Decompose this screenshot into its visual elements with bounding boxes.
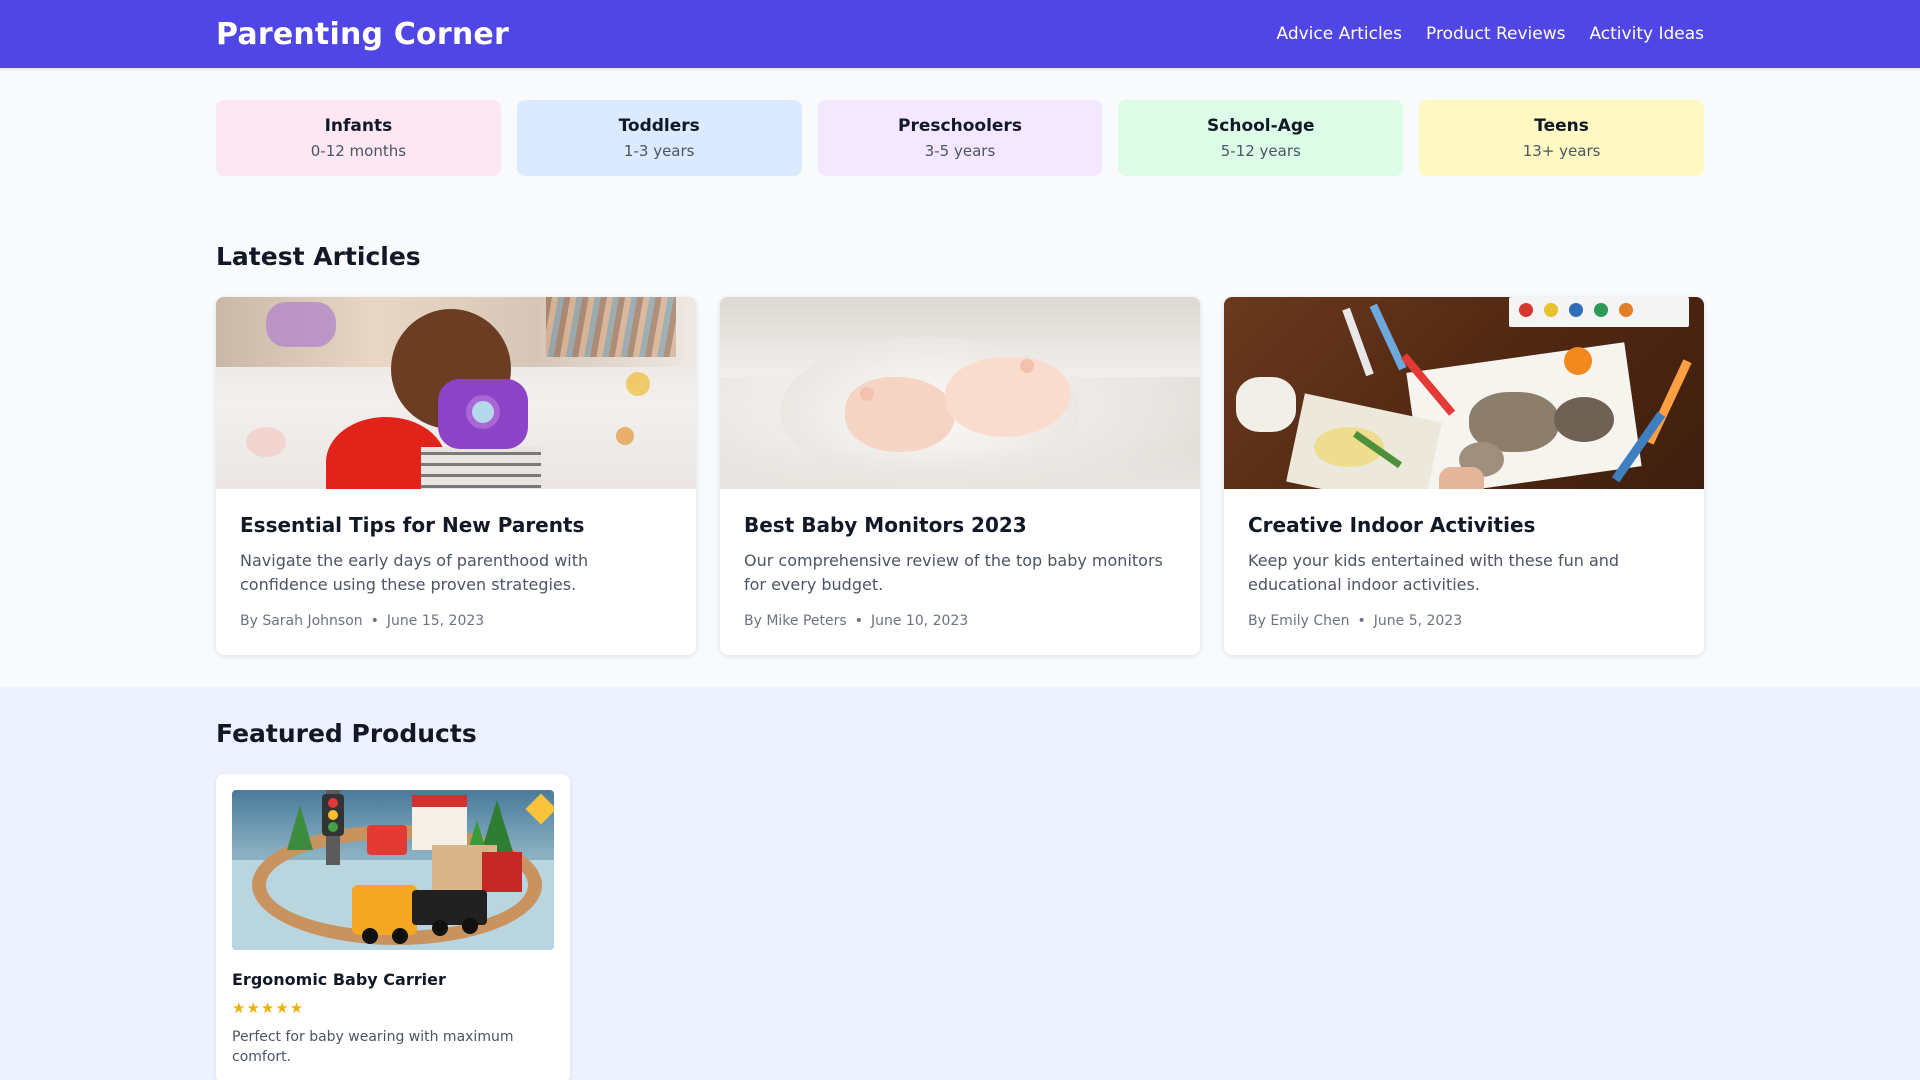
article-body: Creative Indoor Activities Keep your kid… xyxy=(1224,489,1704,655)
star-rating-icon: ★★★★★ xyxy=(232,999,305,1017)
age-group-title: Preschoolers xyxy=(898,116,1022,136)
age-group-range: 3-5 years xyxy=(924,142,996,160)
article-date: June 10, 2023 xyxy=(870,613,969,629)
article-author: By Mike Peters xyxy=(744,613,847,629)
article-body: Best Baby Monitors 2023 Our comprehensiv… xyxy=(720,489,1200,655)
age-group-range: 5-12 years xyxy=(1220,142,1301,160)
meta-separator: • xyxy=(854,613,863,629)
age-group-range: 13+ years xyxy=(1522,142,1601,160)
featured-products-heading: Featured Products xyxy=(216,719,477,748)
article-excerpt: Navigate the early days of parenthood wi… xyxy=(240,551,589,594)
age-group-preschoolers[interactable]: Preschoolers 3-5 years xyxy=(817,100,1103,176)
age-group-range: 0-12 months xyxy=(310,142,407,160)
nav-product-reviews[interactable]: Product Reviews xyxy=(1426,24,1565,44)
product-name[interactable]: Ergonomic Baby Carrier xyxy=(232,970,554,989)
meta-separator: • xyxy=(1357,613,1366,629)
article-excerpt: Our comprehensive review of the top baby… xyxy=(744,551,1163,594)
product-image-toy-train-set[interactable] xyxy=(232,790,554,950)
article-card[interactable]: Essential Tips for New Parents Navigate … xyxy=(216,297,696,655)
article-image-child-with-toy-camera[interactable] xyxy=(216,297,696,489)
age-groups: Infants 0-12 months Toddlers 1-3 years P… xyxy=(216,100,1704,176)
nav-advice-articles[interactable]: Advice Articles xyxy=(1276,24,1402,44)
article-author: By Emily Chen xyxy=(1248,613,1350,629)
age-group-teens[interactable]: Teens 13+ years xyxy=(1419,100,1704,176)
age-group-school-age[interactable]: School-Age 5-12 years xyxy=(1118,100,1404,176)
age-group-range: 1-3 years xyxy=(623,142,695,160)
article-card[interactable]: Creative Indoor Activities Keep your kid… xyxy=(1224,297,1704,655)
articles-grid: Essential Tips for New Parents Navigate … xyxy=(216,297,1704,655)
age-group-title: Infants xyxy=(324,116,393,136)
article-author: By Sarah Johnson xyxy=(240,613,363,629)
product-card[interactable]: Ergonomic Baby Carrier ★★★★★ Perfect for… xyxy=(216,774,570,1080)
article-image-baby-feet-blanket[interactable] xyxy=(720,297,1200,489)
article-image-art-supplies-table[interactable] xyxy=(1224,297,1704,489)
latest-articles-heading: Latest Articles xyxy=(216,242,421,271)
products-grid: Ergonomic Baby Carrier ★★★★★ Perfect for… xyxy=(216,774,1704,1080)
article-card[interactable]: Best Baby Monitors 2023 Our comprehensiv… xyxy=(720,297,1200,655)
age-group-infants[interactable]: Infants 0-12 months xyxy=(216,100,501,176)
article-title[interactable]: Best Baby Monitors 2023 xyxy=(744,513,1176,537)
meta-separator: • xyxy=(370,613,379,629)
article-meta: By Sarah Johnson • June 15, 2023 xyxy=(240,613,672,629)
article-title[interactable]: Creative Indoor Activities xyxy=(1248,513,1680,537)
article-date: June 15, 2023 xyxy=(386,613,485,629)
main-nav: Advice Articles Product Reviews Activity… xyxy=(1276,24,1704,44)
nav-activity-ideas[interactable]: Activity Ideas xyxy=(1589,24,1704,44)
site-logo[interactable]: Parenting Corner xyxy=(216,17,509,52)
age-group-title: Teens xyxy=(1534,116,1589,136)
age-group-toddlers[interactable]: Toddlers 1-3 years xyxy=(516,100,802,176)
article-excerpt: Keep your kids entertained with these fu… xyxy=(1248,551,1620,594)
article-meta: By Emily Chen • June 5, 2023 xyxy=(1248,613,1680,629)
featured-products-section: Featured Products Ergonomic Baby Carrier… xyxy=(0,687,1920,1080)
age-group-title: Toddlers xyxy=(618,116,700,136)
age-group-title: School-Age xyxy=(1207,116,1315,136)
site-header: Parenting Corner Advice Articles Product… xyxy=(0,0,1920,68)
article-meta: By Mike Peters • June 10, 2023 xyxy=(744,613,1176,629)
article-date: June 5, 2023 xyxy=(1373,613,1463,629)
main-content: Infants 0-12 months Toddlers 1-3 years P… xyxy=(216,100,1704,655)
article-title[interactable]: Essential Tips for New Parents xyxy=(240,513,672,537)
article-body: Essential Tips for New Parents Navigate … xyxy=(216,489,696,655)
product-description: Perfect for baby wearing with maximum co… xyxy=(232,1029,514,1065)
